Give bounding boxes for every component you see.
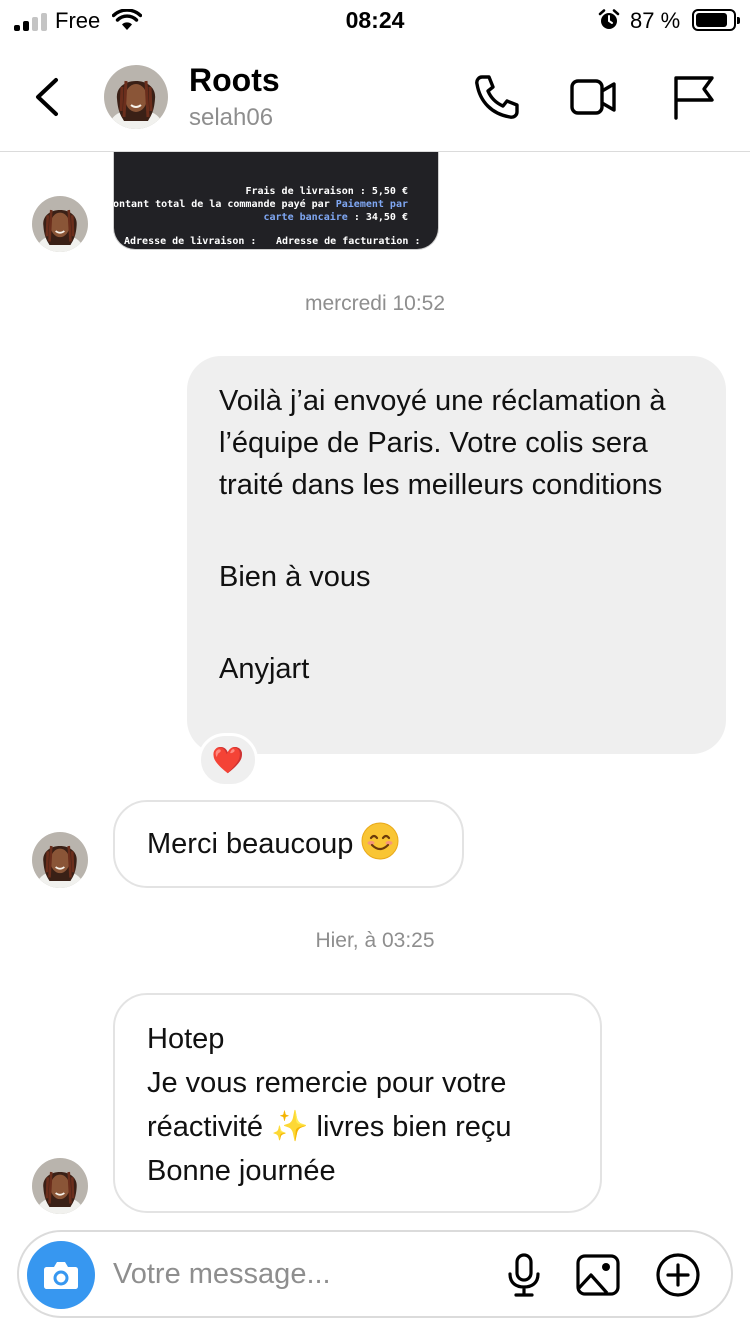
message-paragraph: Anyjart [219, 653, 310, 685]
contact-handle: selah06 [189, 104, 274, 131]
battery-icon [692, 9, 740, 31]
message-composer [17, 1230, 733, 1318]
avatar[interactable] [32, 1158, 88, 1214]
camera-icon [44, 1262, 78, 1289]
incoming-message-bubble[interactable]: Merci beaucoup [113, 800, 464, 888]
total-line: carte bancaire : 34,50 € [263, 212, 408, 223]
message-paragraph: Bien à vous [219, 561, 371, 593]
avatar[interactable] [32, 196, 88, 252]
message-timestamp: mercredi 10:52 [304, 292, 446, 315]
gallery-icon[interactable] [575, 1252, 621, 1298]
billing-address-label: Adresse de facturation : [276, 236, 421, 247]
message-line: Je vous remercie pour votre [147, 1067, 507, 1099]
message-timestamp: Hier, à 03:25 [315, 929, 435, 952]
delivery-address-label: Adresse de livraison : [124, 236, 257, 247]
microphone-icon[interactable] [501, 1252, 547, 1298]
message-line: Hotep [147, 1023, 225, 1055]
smiling-face-icon [361, 822, 399, 860]
message-paragraph: Voilà j’ai envoyé une réclamation à l’éq… [219, 385, 666, 501]
message-line: réactivité ✨ livres bien reçu [147, 1110, 512, 1143]
video-icon[interactable] [568, 72, 618, 122]
avatar[interactable] [32, 832, 88, 888]
message-line: Bonne journée [147, 1155, 336, 1187]
message-text: Merci beaucoup [147, 828, 354, 860]
status-bar: Free 08:24 87 % [0, 0, 750, 42]
sparkles-emoji: ✨ [271, 1110, 309, 1143]
chat-header: Roots selah06 [0, 42, 750, 152]
avatar[interactable] [104, 65, 168, 129]
battery-percent: 87 % [630, 8, 681, 33]
message-input[interactable] [113, 1252, 473, 1296]
delivery-fee-line: Frais de livraison : 5,50 € [245, 186, 408, 197]
payment-method-link: Paiement par [335, 199, 408, 210]
shared-order-image[interactable]: Frais de livraison : 5,50 € Montant tota… [113, 152, 439, 250]
add-icon[interactable] [655, 1252, 701, 1298]
outgoing-message-bubble[interactable]: Voilà j’ai envoyé une réclamation à l’éq… [187, 356, 726, 754]
back-icon[interactable] [26, 72, 70, 122]
payment-line: Montant total de la commande payé par Pa… [113, 199, 408, 210]
heart-reaction[interactable]: ❤️ [198, 733, 258, 787]
phone-icon[interactable] [472, 72, 522, 122]
camera-button[interactable] [27, 1241, 95, 1309]
alarm-icon [598, 9, 620, 29]
contact-name[interactable]: Roots [189, 62, 280, 99]
incoming-message-bubble[interactable]: Hotep Je vous remercie pour votre réacti… [113, 993, 602, 1213]
flag-icon[interactable] [668, 72, 718, 122]
